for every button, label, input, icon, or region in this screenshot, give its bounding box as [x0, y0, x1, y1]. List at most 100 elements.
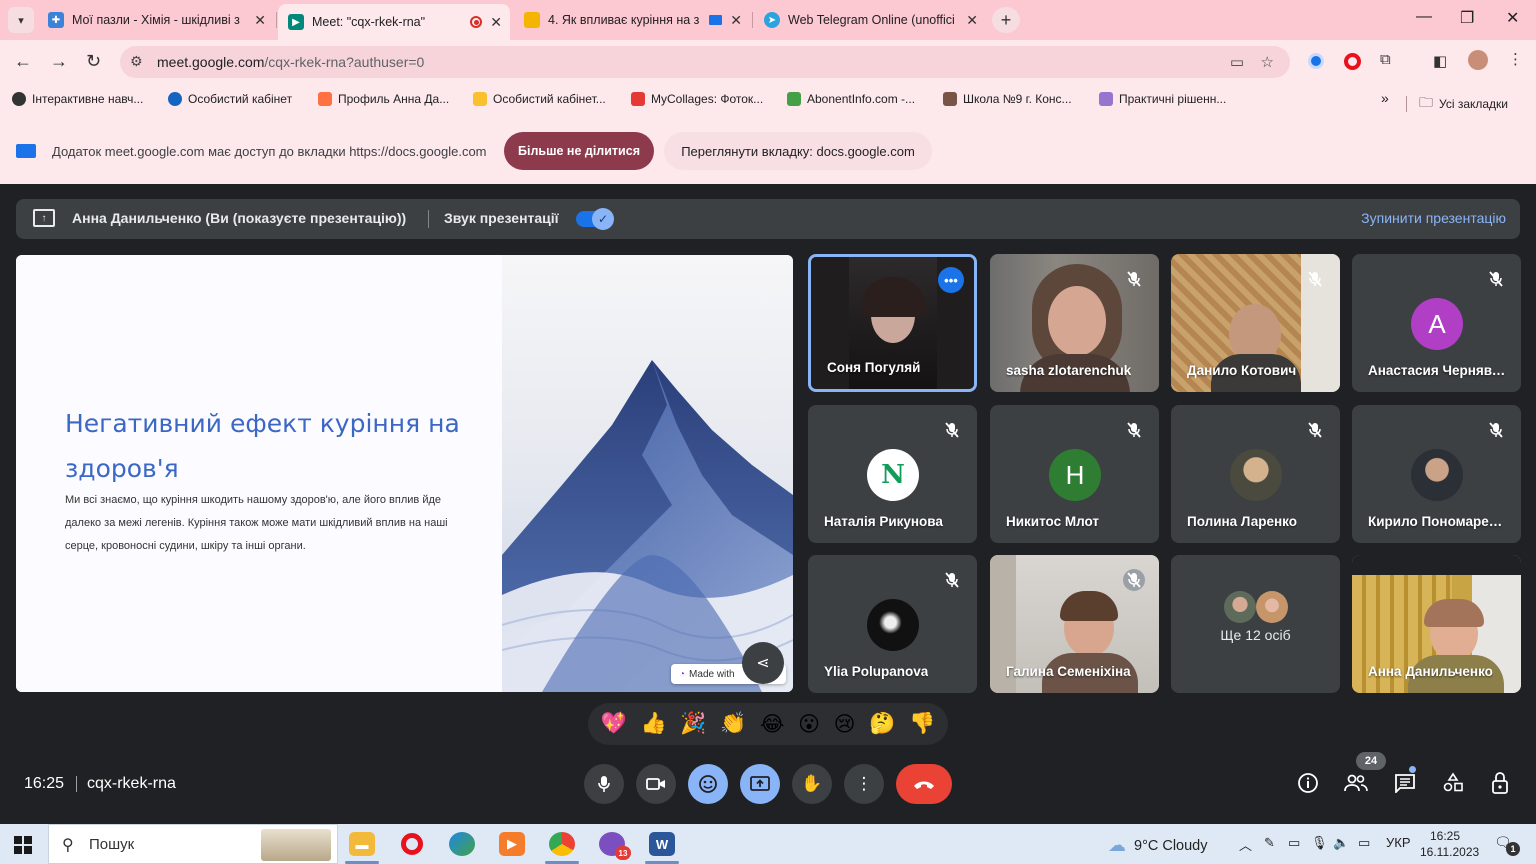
- host-controls-button[interactable]: [1488, 770, 1514, 796]
- extension-dot-icon[interactable]: [1308, 53, 1324, 69]
- leave-call-button[interactable]: [896, 764, 952, 804]
- tab-close-icon[interactable]: ✕: [490, 14, 502, 31]
- raise-hand-button[interactable]: ✋: [792, 764, 832, 804]
- present-now-button[interactable]: [740, 764, 780, 804]
- bookmarks-overflow-button[interactable]: »: [1381, 90, 1389, 106]
- weather-widget[interactable]: ☁ 9°C Cloudy: [1108, 835, 1208, 856]
- chrome-icon[interactable]: [549, 832, 575, 856]
- opera-extension-icon[interactable]: [1344, 53, 1361, 70]
- tab-search-button[interactable]: ▾: [8, 7, 34, 33]
- tab-slides[interactable]: 4. Як впливає куріння на з ✕: [514, 6, 750, 34]
- address-bar[interactable]: ⚙ meet.google.com/cqx-rkek-rna?authuser=…: [120, 46, 1290, 78]
- file-explorer-icon[interactable]: ▬: [349, 832, 375, 856]
- heart-reaction-button[interactable]: 💖: [601, 712, 627, 736]
- recording-icon: [470, 16, 483, 28]
- minimize-icon[interactable]: —: [1416, 8, 1432, 26]
- laugh-reaction-button[interactable]: 😂: [760, 712, 785, 737]
- new-tab-button[interactable]: +: [992, 7, 1020, 33]
- language-indicator[interactable]: УКР: [1386, 835, 1411, 850]
- sad-reaction-button[interactable]: 😢: [834, 712, 856, 737]
- share-icon[interactable]: ⋖: [742, 642, 784, 684]
- tray-chevron-icon[interactable]: ︿: [1239, 835, 1252, 854]
- bookmark-item[interactable]: MyCollages: Фоток...: [631, 92, 763, 106]
- participant-tile[interactable]: N Наталія Рикунова: [808, 405, 977, 543]
- tab-close-icon[interactable]: ✕: [966, 12, 978, 29]
- people-button[interactable]: [1343, 770, 1369, 796]
- forward-icon[interactable]: →: [50, 51, 68, 72]
- emoji-reactions-button[interactable]: [688, 764, 728, 804]
- thinking-reaction-button[interactable]: 🤔: [869, 712, 895, 736]
- word-icon[interactable]: W: [649, 832, 675, 856]
- chat-button[interactable]: [1392, 770, 1418, 796]
- menu-kebab-icon[interactable]: ⋮: [1508, 50, 1523, 68]
- edge-icon[interactable]: [449, 832, 475, 856]
- participant-tile[interactable]: Ще 12 осіб: [1171, 555, 1340, 693]
- microphone-button[interactable]: [584, 764, 624, 804]
- opera-icon[interactable]: [399, 832, 425, 856]
- bookmark-item[interactable]: Особистий кабінет...: [473, 92, 606, 106]
- notification-center-icon[interactable]: 🗨 1: [1494, 834, 1520, 856]
- thumbs-down-reaction-button[interactable]: 👎: [909, 712, 935, 736]
- tab-puzzles[interactable]: ✚ Мої пазли - Хімія - шкідливі з ✕: [38, 6, 274, 34]
- battery-icon[interactable]: ▭: [1358, 835, 1370, 851]
- bookmark-favicon-icon: [473, 92, 487, 106]
- participant-tile[interactable]: Ylia Polupanova: [808, 555, 977, 693]
- reload-icon[interactable]: ↻: [86, 51, 101, 72]
- participant-tile[interactable]: A Анастасия Чернявська: [1352, 254, 1521, 392]
- lock-person-icon: [1492, 772, 1508, 794]
- view-tab-button[interactable]: Переглянути вкладку: docs.google.com: [664, 132, 932, 170]
- tab-meet[interactable]: ▶ Meet: "cqx-rkek-rna" ✕: [278, 4, 510, 40]
- bookmark-item[interactable]: Інтерактивне навч...: [12, 92, 143, 106]
- participant-tile[interactable]: Анна Данильченко: [1352, 555, 1521, 693]
- bookmark-star-icon[interactable]: ☆: [1261, 53, 1274, 71]
- activities-button[interactable]: [1440, 770, 1466, 796]
- bookmark-item[interactable]: Особистий кабінет: [168, 92, 292, 106]
- all-bookmarks-button[interactable]: 🗀 Усі закладки: [1406, 92, 1508, 116]
- stop-presenting-button[interactable]: Зупинити презентацію: [1361, 210, 1506, 226]
- taskbar-clock[interactable]: 16:25 16.11.2023: [1420, 828, 1479, 860]
- participant-tile[interactable]: Кирило Пономаренко: [1352, 405, 1521, 543]
- bookmark-item[interactable]: Практичні рішенн...: [1099, 92, 1226, 106]
- participant-tile[interactable]: Данило Котович: [1171, 254, 1340, 392]
- tab-close-icon[interactable]: ✕: [254, 12, 266, 29]
- viber-icon[interactable]: 13: [599, 832, 631, 860]
- participant-tile[interactable]: sasha zlotarenchuk: [990, 254, 1159, 392]
- participant-tile[interactable]: H Никитос Млот: [990, 405, 1159, 543]
- site-info-icon[interactable]: ⚙: [130, 53, 143, 70]
- meeting-details-button[interactable]: [1295, 770, 1321, 796]
- volume-icon[interactable]: 🔈: [1333, 835, 1349, 851]
- camera-button[interactable]: [636, 764, 676, 804]
- restore-icon[interactable]: ❐: [1460, 8, 1474, 28]
- bookmark-item[interactable]: AbonentInfo.com -...: [787, 92, 915, 106]
- back-icon[interactable]: ←: [14, 51, 32, 72]
- party-reaction-button[interactable]: 🎉: [680, 712, 706, 736]
- pen-icon[interactable]: ✎: [1264, 835, 1275, 851]
- thumbs-up-reaction-button[interactable]: 👍: [641, 712, 667, 736]
- stop-sharing-button[interactable]: Більше не ділитися: [504, 132, 654, 170]
- window-close-icon[interactable]: ✕: [1506, 8, 1519, 28]
- mic-tray-icon[interactable]: 🎙: [1311, 835, 1328, 851]
- bookmark-item[interactable]: Профиль Анна Да...: [318, 92, 449, 106]
- camera-in-use-icon[interactable]: ▭: [1230, 53, 1244, 71]
- extensions-puzzle-icon[interactable]: ⧉: [1380, 51, 1391, 68]
- participant-tile[interactable]: Галина Семеніхіна: [990, 555, 1159, 693]
- surprised-reaction-button[interactable]: 😮: [798, 712, 820, 737]
- presentation-audio-toggle[interactable]: ✓: [576, 208, 614, 230]
- meet-tray-icon[interactable]: ▭: [1288, 835, 1300, 851]
- more-options-button[interactable]: ⋮: [844, 764, 884, 804]
- participant-tile[interactable]: ••• Соня Погуляй: [808, 254, 977, 392]
- tab-telegram[interactable]: ➤ Web Telegram Online (unoffici ✕: [754, 6, 986, 34]
- meeting-code[interactable]: cqx-rkek-rna: [87, 775, 176, 793]
- participant-tile[interactable]: Полина Ларенко: [1171, 405, 1340, 543]
- bookmark-item[interactable]: Школа №9 г. Конс...: [943, 92, 1072, 106]
- tab-close-icon[interactable]: ✕: [730, 12, 742, 29]
- clap-reaction-button[interactable]: 👏: [720, 712, 746, 736]
- phone-hangup-icon: [914, 781, 934, 789]
- side-panel-icon[interactable]: ◧: [1433, 52, 1447, 70]
- url-text[interactable]: meet.google.com/cqx-rkek-rna?authuser=0: [157, 54, 424, 70]
- more-options-icon[interactable]: •••: [938, 267, 964, 293]
- presentation-app-icon[interactable]: ▶: [499, 832, 525, 856]
- windows-start-icon[interactable]: [14, 836, 32, 854]
- profile-avatar[interactable]: [1468, 50, 1488, 70]
- taskbar-search[interactable]: ⚲ Пошук: [48, 824, 338, 864]
